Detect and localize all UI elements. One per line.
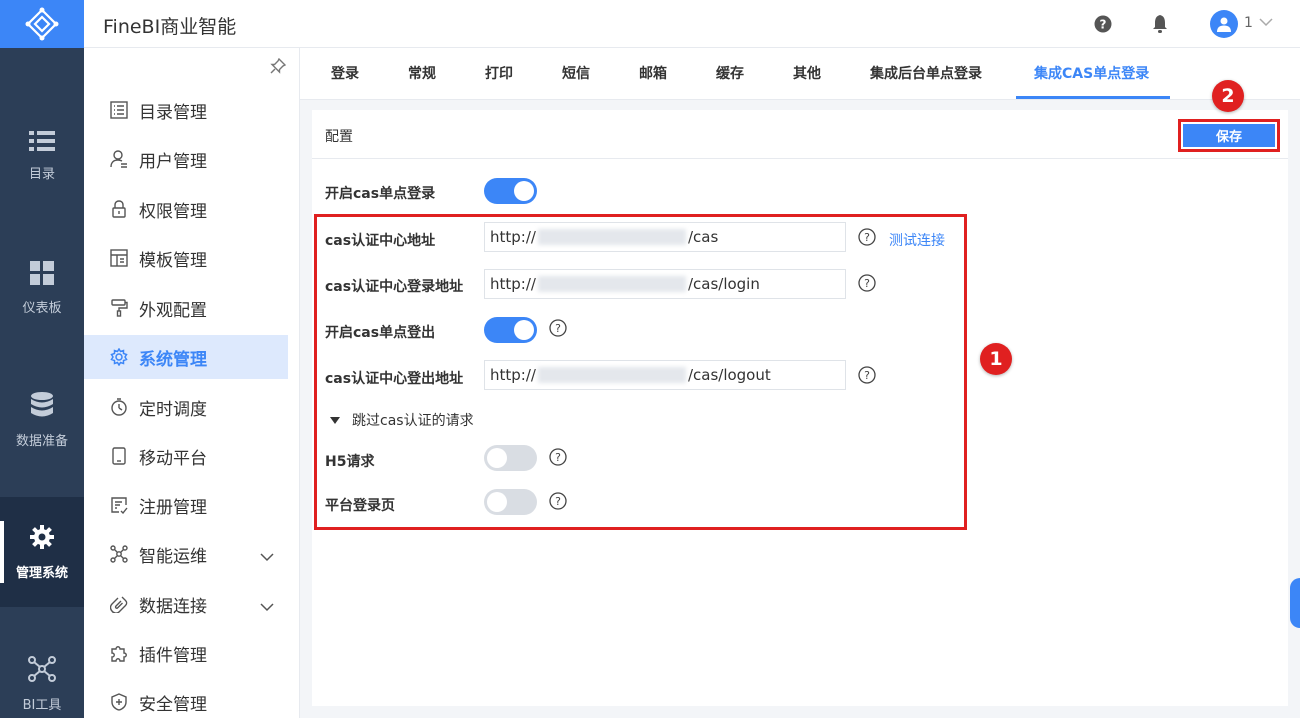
sidebar-item-label: 注册管理 <box>139 497 207 518</box>
rail-item-label: 目录 <box>28 166 55 182</box>
mobile-icon <box>109 446 129 466</box>
user-menu-toggle[interactable] <box>1259 15 1273 31</box>
rail-item-label: 仪表板 <box>22 300 62 316</box>
rail-item-catalog[interactable]: 目录 <box>0 101 84 211</box>
toggle-knob <box>514 181 534 201</box>
tab-cas-sso[interactable]: 集成CAS单点登录 <box>1034 48 1149 100</box>
puzzle-icon <box>109 643 129 663</box>
floating-assistant-button[interactable] <box>1290 578 1300 628</box>
panel-title: 配置 <box>325 129 353 145</box>
sidebar-item-permissions[interactable]: 权限管理 <box>84 187 288 231</box>
sidebar-item-catalog[interactable]: 目录管理 <box>84 88 288 132</box>
ops-nodes-icon <box>109 544 129 564</box>
paint-roller-icon <box>109 298 129 318</box>
bell-icon <box>1153 15 1167 33</box>
sidebar-item-label: 插件管理 <box>139 645 207 666</box>
gear-icon <box>30 524 54 549</box>
settings-icon <box>109 347 129 367</box>
sidebar-item-label: 定时调度 <box>139 399 207 420</box>
tab-login[interactable]: 登录 <box>331 48 359 100</box>
rail-item-bi-tools[interactable]: BI工具 <box>0 629 84 718</box>
rail-item-dashboard[interactable]: 仪表板 <box>0 233 84 343</box>
logo-icon <box>25 7 59 41</box>
sidebar-item-system[interactable]: 系统管理 <box>84 335 288 379</box>
user-icon <box>1217 17 1231 32</box>
sidebar-item-schedule[interactable]: 定时调度 <box>84 385 288 429</box>
tab-sms[interactable]: 短信 <box>562 48 590 100</box>
sidebar-item-label: 模板管理 <box>139 250 207 271</box>
timer-icon <box>109 397 129 417</box>
tab-cache[interactable]: 缓存 <box>716 48 744 100</box>
tab-print[interactable]: 打印 <box>485 48 513 100</box>
app-rail: 目录 仪表板 数据准备 管理系统 BI工具 <box>0 0 84 718</box>
sidebar-item-label: 系统管理 <box>139 349 207 370</box>
app-title: FineBI商业智能 <box>103 16 237 38</box>
sidebar-item-label: 移动平台 <box>139 448 207 469</box>
dashboard-icon <box>30 260 54 285</box>
sidebar-item-registration[interactable]: 注册管理 <box>84 483 288 527</box>
active-tab-indicator <box>1016 96 1170 99</box>
sidebar-item-label: 数据连接 <box>139 596 207 617</box>
svg-text:?: ? <box>1100 18 1107 32</box>
sidebar-item-appearance[interactable]: 外观配置 <box>84 286 288 330</box>
rail-item-data-prep[interactable]: 数据准备 <box>0 365 84 475</box>
help-button[interactable]: ? <box>1093 14 1113 34</box>
chevron-down-icon <box>260 547 274 567</box>
sidebar-item-label: 权限管理 <box>139 201 207 222</box>
sidebar-item-label: 外观配置 <box>139 300 207 321</box>
link-icon <box>109 594 129 614</box>
nodes-icon <box>28 655 56 682</box>
enable-sso-toggle[interactable] <box>484 178 537 204</box>
database-icon <box>31 391 53 416</box>
sidebar-item-ops[interactable]: 智能运维 <box>84 532 288 576</box>
settings-tabs: 登录 常规 打印 短信 邮箱 缓存 其他 集成后台单点登录 集成CAS单点登录 <box>300 48 1300 100</box>
top-header: FineBI商业智能 ? 1 <box>84 0 1300 48</box>
rail-item-admin[interactable]: 管理系统 <box>0 497 84 607</box>
pin-sidebar-button[interactable] <box>270 57 287 78</box>
template-icon <box>109 248 129 268</box>
shield-icon <box>109 692 129 712</box>
user-manage-icon <box>109 149 129 169</box>
app-logo[interactable] <box>0 0 84 48</box>
annotation-badge-1: 1 <box>980 343 1012 375</box>
tab-other[interactable]: 其他 <box>793 48 821 100</box>
tab-backend-sso[interactable]: 集成后台单点登录 <box>870 48 982 100</box>
panel-header: 配置 保存 <box>312 110 1288 159</box>
save-highlight: 保存 <box>1178 119 1280 152</box>
sidebar-item-plugins[interactable]: 插件管理 <box>84 631 288 675</box>
sidebar-item-label: 用户管理 <box>139 151 207 172</box>
annotation-badge-2: 2 <box>1212 80 1244 112</box>
chevron-down-icon <box>1259 18 1273 27</box>
help-icon: ? <box>1094 15 1112 33</box>
sidebar-item-users[interactable]: 用户管理 <box>84 137 288 181</box>
tab-email[interactable]: 邮箱 <box>639 48 667 100</box>
sidebar-item-mobile[interactable]: 移动平台 <box>84 434 288 478</box>
notification-button[interactable] <box>1150 14 1170 34</box>
lock-icon <box>109 199 129 219</box>
user-avatar[interactable] <box>1210 10 1238 38</box>
list-icon <box>29 130 55 151</box>
sidebar-item-label: 安全管理 <box>139 694 207 715</box>
sidebar-item-label: 目录管理 <box>139 102 207 123</box>
sidebar-item-templates[interactable]: 模板管理 <box>84 236 288 280</box>
sidebar-item-data-connections[interactable]: 数据连接 <box>84 582 288 626</box>
pin-icon <box>270 57 287 74</box>
sidebar-item-label: 智能运维 <box>139 546 207 567</box>
annotation-box-fields <box>314 214 967 530</box>
user-name[interactable]: 1 <box>1244 15 1253 31</box>
enable-sso-label: 开启cas单点登录 <box>325 186 436 202</box>
chevron-down-icon <box>260 597 274 617</box>
save-button[interactable]: 保存 <box>1183 124 1275 147</box>
catalog-icon <box>109 100 129 120</box>
register-icon <box>109 495 129 515</box>
tab-general[interactable]: 常规 <box>408 48 436 100</box>
rail-item-label: 管理系统 <box>15 565 68 581</box>
admin-sidebar: 目录管理 用户管理 权限管理 模板管理 外观配置 系统管理 定时调度 移动平台 … <box>84 48 300 718</box>
rail-item-label: 数据准备 <box>15 433 68 449</box>
sidebar-item-security[interactable]: 安全管理 <box>84 680 288 718</box>
rail-item-label: BI工具 <box>22 697 62 713</box>
